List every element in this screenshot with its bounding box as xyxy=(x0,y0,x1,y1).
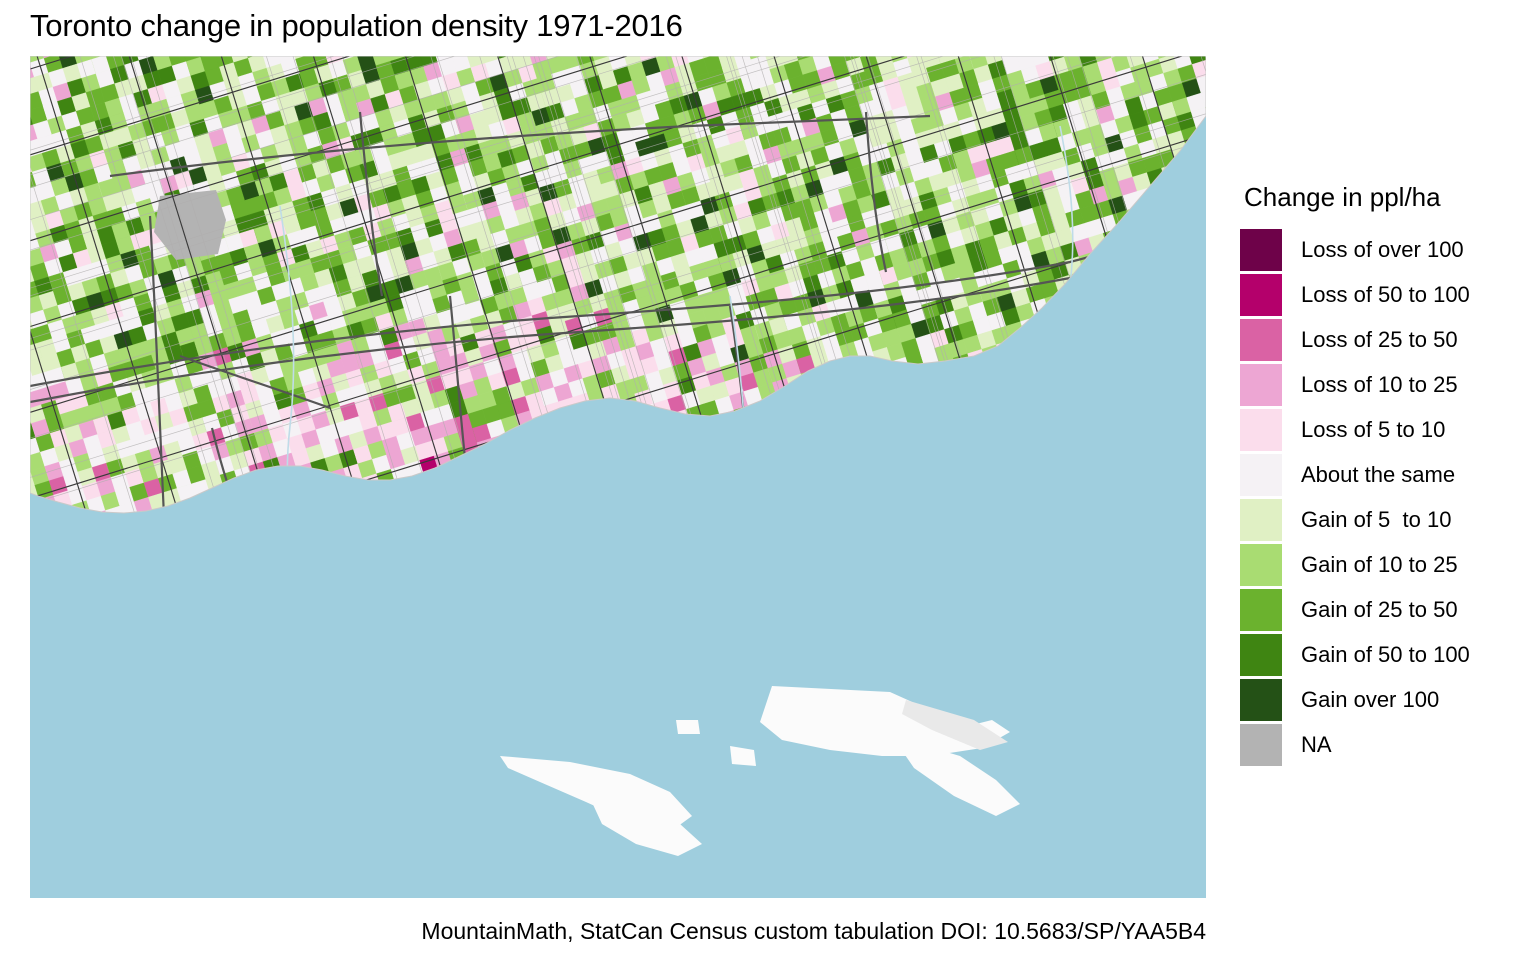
legend-item-label: About the same xyxy=(1301,461,1456,487)
legend-item-label: Loss of 5 to 10 xyxy=(1301,416,1446,442)
legend-item-label: NA xyxy=(1301,731,1332,757)
legend-rows: Loss of over 100 Loss of 50 to 100 Loss of… xyxy=(1240,227,1532,767)
legend-item-label: Gain of 5 to 10 xyxy=(1301,506,1452,532)
legend-item[interactable]: About the same xyxy=(1240,452,1532,497)
legend-item[interactable]: NA xyxy=(1240,722,1532,767)
legend-item-label: Loss of 25 to 50 xyxy=(1301,326,1458,352)
legend-item-label: Loss of over 100 xyxy=(1301,236,1464,262)
legend-swatch xyxy=(1240,273,1282,316)
legend-item[interactable]: Loss of 5 to 10 xyxy=(1240,407,1532,452)
map-panel[interactable] xyxy=(30,56,1206,898)
legend-item[interactable]: Loss of 10 to 25 xyxy=(1240,362,1532,407)
figure-caption: MountainMath, StatCan Census custom tabu… xyxy=(0,918,1206,945)
legend-swatch xyxy=(1240,543,1282,586)
legend-item[interactable]: Gain of 5 to 10 xyxy=(1240,497,1532,542)
figure-root: Toronto change in population density 197… xyxy=(0,0,1536,960)
legend-swatch xyxy=(1240,678,1282,721)
legend-item[interactable]: Gain of 25 to 50 xyxy=(1240,587,1532,632)
legend-item-label: Loss of 10 to 25 xyxy=(1301,371,1458,397)
legend-item-label: Gain over 100 xyxy=(1301,686,1440,712)
legend-item-label: Gain of 50 to 100 xyxy=(1301,641,1470,667)
legend-swatch xyxy=(1240,363,1282,406)
choropleth-map[interactable] xyxy=(30,56,1206,898)
legend-swatch xyxy=(1240,408,1282,451)
legend-item[interactable]: Gain over 100 xyxy=(1240,677,1532,722)
legend-item[interactable]: Loss of over 100 xyxy=(1240,227,1532,272)
legend-swatch xyxy=(1240,633,1282,676)
legend-swatch xyxy=(1240,228,1282,271)
legend-swatch xyxy=(1240,498,1282,541)
legend-swatch xyxy=(1240,453,1282,496)
legend-swatch xyxy=(1240,723,1282,766)
legend-item[interactable]: Loss of 50 to 100 xyxy=(1240,272,1532,317)
legend-item-label: Loss of 50 to 100 xyxy=(1301,281,1470,307)
page-title: Toronto change in population density 197… xyxy=(30,8,683,43)
island-landform xyxy=(676,720,700,734)
legend-item[interactable]: Gain of 10 to 25 xyxy=(1240,542,1532,587)
legend-swatch xyxy=(1240,588,1282,631)
legend-item-label: Gain of 25 to 50 xyxy=(1301,596,1458,622)
legend-item-label: Gain of 10 to 25 xyxy=(1301,551,1458,577)
legend-title: Change in ppl/ha xyxy=(1244,182,1441,212)
legend-item[interactable]: Loss of 25 to 50 xyxy=(1240,317,1532,362)
legend-swatch xyxy=(1240,318,1282,361)
legend-item[interactable]: Gain of 50 to 100 xyxy=(1240,632,1532,677)
caption-text: MountainMath, StatCan Census custom tabu… xyxy=(421,918,1206,944)
legend: Change in ppl/ha Loss of over 100 Loss of… xyxy=(1240,182,1532,767)
